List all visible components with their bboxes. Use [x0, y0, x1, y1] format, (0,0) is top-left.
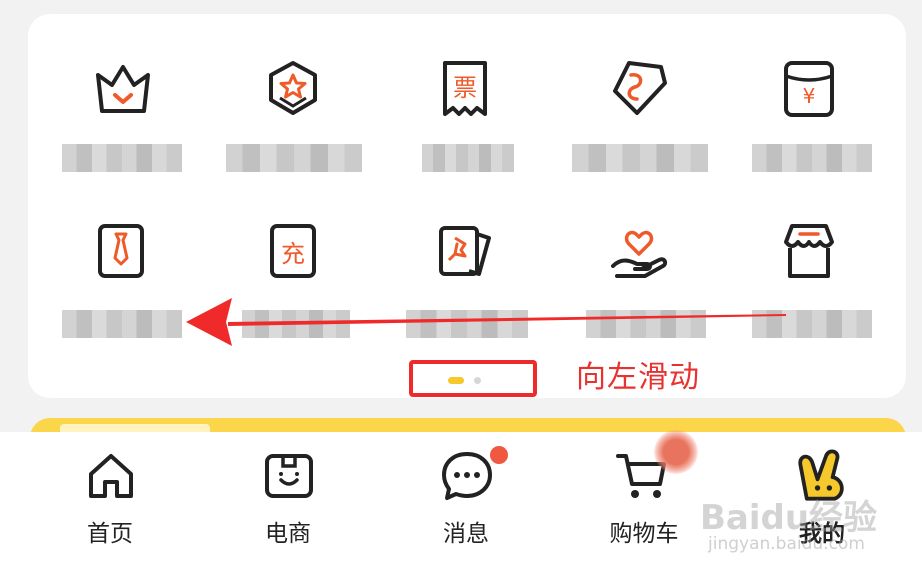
unread-dot-badge	[490, 446, 508, 464]
tab-messages[interactable]: 消息	[406, 432, 526, 576]
chat-bubble-icon	[442, 452, 492, 500]
tab-label: 电商	[265, 521, 311, 547]
watermark-url: jingyan.baidu.com	[708, 534, 865, 554]
home-icon	[89, 454, 133, 498]
swipe-hint-label: 向左滑动	[576, 360, 700, 395]
pager-dot-active[interactable]	[448, 377, 464, 384]
pager-highlight-box	[409, 360, 537, 397]
tab-label: 购物车	[609, 521, 679, 547]
pager-dot[interactable]	[474, 377, 481, 384]
shop-box-icon	[265, 454, 313, 498]
tab-ecommerce[interactable]: 电商	[228, 432, 348, 576]
tab-home[interactable]: 首页	[50, 432, 170, 576]
tab-label: 首页	[87, 521, 133, 547]
blurred-badge	[654, 430, 698, 474]
watermark-brand: Baidu经验	[700, 498, 878, 538]
tab-label: 消息	[443, 521, 489, 547]
